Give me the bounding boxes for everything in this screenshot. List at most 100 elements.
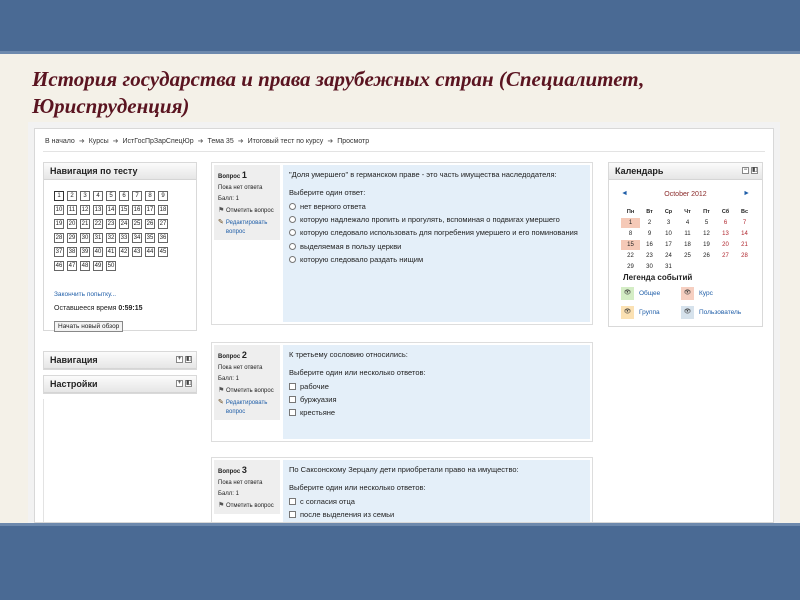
question-nav-button[interactable]: 7 bbox=[132, 191, 142, 201]
breadcrumb-item[interactable]: Просмотр bbox=[337, 138, 369, 145]
eye-icon[interactable]: 👁 bbox=[621, 306, 634, 319]
question-nav-button[interactable]: 31 bbox=[93, 233, 103, 243]
question-nav-button[interactable]: 15 bbox=[119, 205, 129, 215]
flag-question-button[interactable]: ⚑ Отметить вопрос bbox=[218, 502, 276, 510]
radio-button[interactable] bbox=[289, 202, 296, 210]
question-nav-button[interactable]: 24 bbox=[119, 219, 129, 229]
question-nav-button[interactable]: 10 bbox=[54, 205, 64, 215]
legend-item-user[interactable]: 👁 Пользователь bbox=[681, 306, 751, 319]
radio-button[interactable] bbox=[289, 256, 296, 264]
checkbox[interactable] bbox=[289, 382, 296, 390]
question-nav-button[interactable]: 5 bbox=[106, 191, 116, 201]
question-nav-button[interactable]: 4 bbox=[93, 191, 103, 201]
calendar-day[interactable]: 8 bbox=[621, 229, 640, 239]
question-nav-button[interactable]: 3 bbox=[80, 191, 90, 201]
answer-option[interactable]: после выделения из семьи bbox=[289, 510, 584, 520]
calendar-day[interactable]: 21 bbox=[735, 240, 754, 250]
question-nav-button[interactable]: 21 bbox=[80, 219, 90, 229]
question-nav-button[interactable]: 32 bbox=[106, 233, 116, 243]
calendar-day[interactable]: 25 bbox=[678, 251, 697, 261]
calendar-month[interactable]: October 2012 bbox=[609, 191, 762, 198]
start-new-preview-button[interactable]: Начать новый обзор bbox=[54, 321, 124, 332]
legend-item-course[interactable]: 👁 Курс bbox=[681, 287, 751, 300]
radio-button[interactable] bbox=[289, 229, 296, 237]
question-nav-button[interactable]: 25 bbox=[132, 219, 142, 229]
breadcrumb-item[interactable]: Тема 35 bbox=[208, 138, 234, 145]
checkbox[interactable] bbox=[289, 409, 296, 417]
question-nav-button[interactable]: 19 bbox=[54, 219, 64, 229]
dock-icon[interactable]: ◧ bbox=[185, 356, 192, 363]
answer-option[interactable]: рабочие bbox=[289, 382, 584, 392]
collapse-icon[interactable]: − bbox=[742, 167, 749, 174]
question-nav-button[interactable]: 26 bbox=[145, 219, 155, 229]
question-nav-button[interactable]: 22 bbox=[93, 219, 103, 229]
calendar-day[interactable]: 5 bbox=[697, 218, 716, 228]
question-nav-button[interactable]: 35 bbox=[145, 233, 155, 243]
eye-icon[interactable]: 👁 bbox=[681, 306, 694, 319]
question-nav-button[interactable]: 23 bbox=[106, 219, 116, 229]
expand-icon[interactable]: + bbox=[176, 380, 183, 387]
question-nav-button[interactable]: 43 bbox=[132, 247, 142, 257]
question-nav-button[interactable]: 39 bbox=[80, 247, 90, 257]
question-nav-button[interactable]: 47 bbox=[67, 261, 77, 271]
calendar-day[interactable]: 7 bbox=[735, 218, 754, 228]
calendar-day[interactable]: 13 bbox=[716, 229, 735, 239]
calendar-day[interactable]: 11 bbox=[678, 229, 697, 239]
calendar-day[interactable]: 4 bbox=[678, 218, 697, 228]
calendar-day[interactable]: 2 bbox=[640, 218, 659, 228]
calendar-day[interactable]: 22 bbox=[621, 251, 640, 261]
navigation-block[interactable]: Навигация + ◧ bbox=[43, 351, 197, 370]
flag-question-button[interactable]: ⚑ Отметить вопрос bbox=[218, 207, 276, 215]
calendar-day[interactable]: 10 bbox=[659, 229, 678, 239]
eye-icon[interactable]: 👁 bbox=[621, 287, 634, 300]
checkbox[interactable] bbox=[289, 497, 296, 505]
question-nav-button[interactable]: 18 bbox=[158, 205, 168, 215]
navigation-block-header[interactable]: Навигация + ◧ bbox=[44, 352, 196, 369]
question-nav-button[interactable]: 11 bbox=[67, 205, 77, 215]
answer-option[interactable]: выделяемая в пользу церкви bbox=[289, 242, 584, 252]
question-nav-button[interactable]: 30 bbox=[80, 233, 90, 243]
calendar-day[interactable]: 26 bbox=[697, 251, 716, 261]
question-nav-button[interactable]: 12 bbox=[80, 205, 90, 215]
calendar-day[interactable]: 30 bbox=[640, 262, 659, 272]
calendar-day[interactable]: 14 bbox=[735, 229, 754, 239]
question-nav-button[interactable]: 16 bbox=[132, 205, 142, 215]
radio-button[interactable] bbox=[289, 216, 296, 224]
calendar-day[interactable]: 24 bbox=[659, 251, 678, 261]
checkbox[interactable] bbox=[289, 511, 296, 519]
question-nav-button[interactable]: 49 bbox=[93, 261, 103, 271]
answer-option[interactable]: буржуазия bbox=[289, 395, 584, 405]
question-nav-button[interactable]: 28 bbox=[54, 233, 64, 243]
calendar-day[interactable]: 23 bbox=[640, 251, 659, 261]
finish-attempt-link[interactable]: Закончить попытку... bbox=[54, 291, 116, 298]
question-nav-button[interactable]: 1 bbox=[54, 191, 64, 201]
calendar-day[interactable]: 1 bbox=[621, 218, 640, 228]
breadcrumb-item[interactable]: ИстГосПрЗарСпецЮр bbox=[123, 138, 194, 145]
edit-question-link[interactable]: ✎ Редактировать вопрос bbox=[218, 219, 276, 235]
calendar-day[interactable]: 9 bbox=[640, 229, 659, 239]
calendar-day[interactable]: 15 bbox=[621, 240, 640, 250]
dock-icon[interactable]: ◧ bbox=[751, 167, 758, 174]
edit-question-link[interactable]: ✎ Редактировать вопрос bbox=[218, 399, 276, 415]
question-nav-button[interactable]: 6 bbox=[119, 191, 129, 201]
question-nav-button[interactable]: 29 bbox=[67, 233, 77, 243]
calendar-day[interactable]: 19 bbox=[697, 240, 716, 250]
breadcrumb-item[interactable]: В начало bbox=[45, 138, 75, 145]
settings-block[interactable]: Настройки + ◧ bbox=[43, 375, 197, 394]
question-nav-button[interactable]: 46 bbox=[54, 261, 64, 271]
calendar-day[interactable]: 27 bbox=[716, 251, 735, 261]
question-nav-button[interactable]: 40 bbox=[93, 247, 103, 257]
calendar-day[interactable]: 29 bbox=[621, 262, 640, 272]
expand-icon[interactable]: + bbox=[176, 356, 183, 363]
question-nav-button[interactable]: 33 bbox=[119, 233, 129, 243]
calendar-day[interactable]: 20 bbox=[716, 240, 735, 250]
question-nav-button[interactable]: 13 bbox=[93, 205, 103, 215]
question-nav-button[interactable]: 34 bbox=[132, 233, 142, 243]
question-nav-button[interactable]: 14 bbox=[106, 205, 116, 215]
checkbox[interactable] bbox=[289, 396, 296, 404]
calendar-day[interactable]: 16 bbox=[640, 240, 659, 250]
calendar-day[interactable]: 31 bbox=[659, 262, 678, 272]
question-nav-button[interactable]: 37 bbox=[54, 247, 64, 257]
calendar-day[interactable]: 6 bbox=[716, 218, 735, 228]
radio-button[interactable] bbox=[289, 242, 296, 250]
